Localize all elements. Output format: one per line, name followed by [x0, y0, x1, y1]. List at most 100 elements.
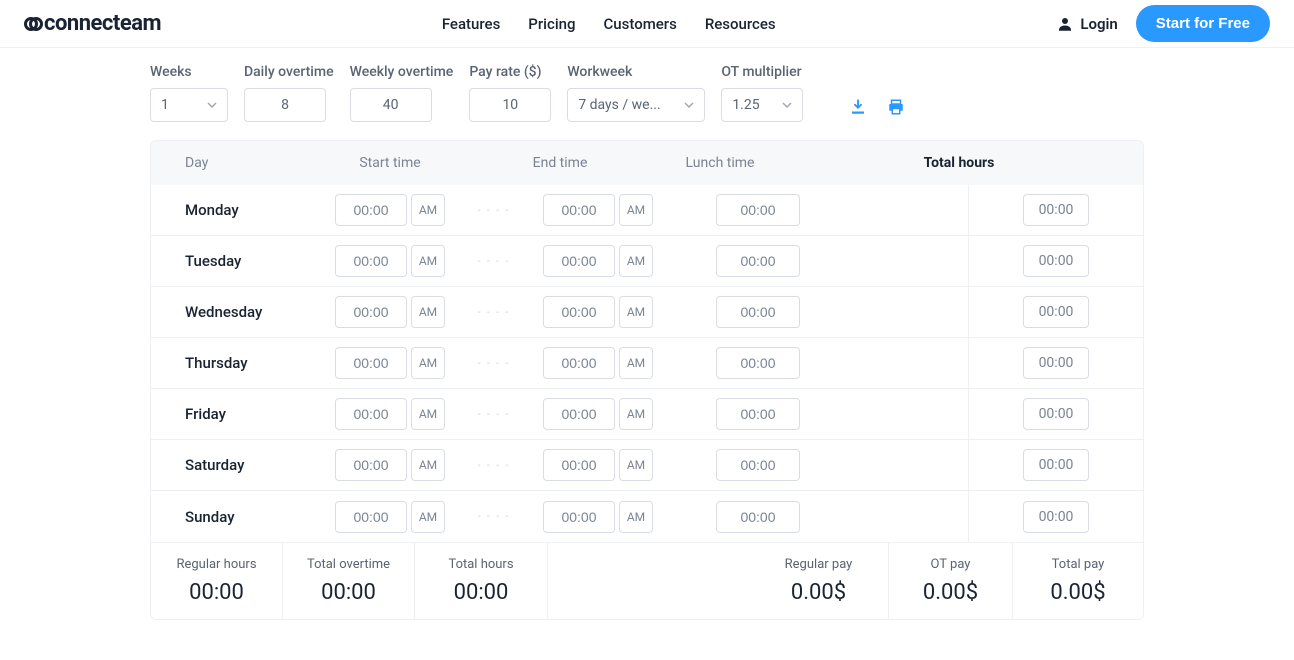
- end-time-input[interactable]: [543, 296, 615, 328]
- nav-customers[interactable]: Customers: [604, 15, 677, 33]
- start-ampm-select[interactable]: AM: [411, 501, 445, 533]
- start-time-input[interactable]: [335, 398, 407, 430]
- total-hours-display: 00:00: [1023, 398, 1089, 430]
- table-row: TuesdayAM- - - -AM: [151, 236, 968, 287]
- end-time-input[interactable]: [543, 501, 615, 533]
- total-row: 00:00: [969, 338, 1143, 389]
- start-ampm-select[interactable]: AM: [411, 347, 445, 379]
- lunch-time-input[interactable]: [716, 501, 800, 533]
- total-hours-display: 00:00: [1023, 501, 1089, 533]
- weekly-ot-input[interactable]: 40: [350, 88, 432, 122]
- start-time-group: AM: [305, 398, 475, 430]
- lunch-time-input[interactable]: [716, 449, 800, 481]
- start-time-group: AM: [305, 449, 475, 481]
- end-ampm-select[interactable]: AM: [619, 347, 653, 379]
- total-hours-label: Total hours: [448, 557, 513, 572]
- lunch-time-input[interactable]: [716, 398, 800, 430]
- start-ampm-select[interactable]: AM: [411, 194, 445, 226]
- regular-pay-label: Regular pay: [785, 557, 853, 572]
- daily-ot-input[interactable]: 8: [244, 88, 326, 122]
- pay-rate-input[interactable]: 10: [469, 88, 551, 122]
- workweek-value: 7 days / we...: [578, 97, 660, 113]
- weekly-ot-control: Weekly overtime 40: [350, 64, 454, 122]
- start-ampm-select[interactable]: AM: [411, 398, 445, 430]
- header-right: Login Start for Free: [1056, 5, 1270, 42]
- time-dashes: - - - -: [475, 358, 513, 369]
- pay-rate-label: Pay rate ($): [469, 64, 551, 80]
- summary-pay-group: Regular pay 0.00$ OT pay 0.00$ Total pay…: [749, 543, 1143, 619]
- day-cell: Wednesday: [185, 303, 305, 321]
- end-ampm-select[interactable]: AM: [619, 449, 653, 481]
- lunch-time-input[interactable]: [716, 194, 800, 226]
- end-time-group: AM: [513, 296, 683, 328]
- start-time-group: AM: [305, 194, 475, 226]
- daily-ot-label: Daily overtime: [244, 64, 334, 80]
- end-ampm-select[interactable]: AM: [619, 501, 653, 533]
- lunch-time-input[interactable]: [716, 245, 800, 277]
- end-time-group: AM: [513, 398, 683, 430]
- start-time-input[interactable]: [335, 347, 407, 379]
- day-cell: Tuesday: [185, 252, 305, 270]
- weeks-select[interactable]: 1: [150, 88, 228, 122]
- end-time-input[interactable]: [543, 245, 615, 277]
- header-day: Day: [185, 155, 305, 171]
- time-dashes: - - - -: [475, 460, 513, 471]
- start-ampm-select[interactable]: AM: [411, 296, 445, 328]
- start-free-button[interactable]: Start for Free: [1136, 5, 1270, 42]
- end-ampm-select[interactable]: AM: [619, 296, 653, 328]
- end-time-input[interactable]: [543, 398, 615, 430]
- table-header: Day Start time End time Lunch time Total…: [151, 141, 1143, 185]
- time-dashes: - - - -: [475, 409, 513, 420]
- lunch-group: [683, 245, 833, 277]
- nav-pricing[interactable]: Pricing: [528, 15, 575, 33]
- regular-hours-value: 00:00: [189, 580, 244, 605]
- start-time-input[interactable]: [335, 501, 407, 533]
- start-ampm-select[interactable]: AM: [411, 245, 445, 277]
- chevron-down-icon: [207, 100, 217, 110]
- start-time-input[interactable]: [335, 296, 407, 328]
- summary-hours-group: Regular hours 00:00 Total overtime 00:00…: [151, 543, 548, 619]
- end-ampm-select[interactable]: AM: [619, 245, 653, 277]
- login-label: Login: [1080, 15, 1117, 33]
- lunch-time-input[interactable]: [716, 347, 800, 379]
- end-time-input[interactable]: [543, 449, 615, 481]
- person-icon: [1056, 15, 1074, 33]
- end-time-group: AM: [513, 449, 683, 481]
- site-header: connecteam Features Pricing Customers Re…: [0, 0, 1294, 48]
- start-time-input[interactable]: [335, 449, 407, 481]
- total-ot-box: Total overtime 00:00: [283, 543, 415, 619]
- total-row: 00:00: [969, 185, 1143, 236]
- ot-mult-label: OT multiplier: [721, 64, 803, 80]
- summary-bar: Regular hours 00:00 Total overtime 00:00…: [151, 542, 1143, 619]
- total-row: 00:00: [969, 440, 1143, 491]
- start-ampm-select[interactable]: AM: [411, 449, 445, 481]
- lunch-time-input[interactable]: [716, 296, 800, 328]
- download-icon[interactable]: [849, 98, 867, 116]
- brand-logo[interactable]: connecteam: [24, 11, 161, 36]
- timecard-table: Day Start time End time Lunch time Total…: [150, 140, 1144, 620]
- end-time-input[interactable]: [543, 347, 615, 379]
- start-time-input[interactable]: [335, 194, 407, 226]
- nav-resources[interactable]: Resources: [705, 15, 776, 33]
- table-row: SaturdayAM- - - -AM: [151, 440, 968, 491]
- time-dashes: - - - -: [475, 511, 513, 522]
- time-dashes: - - - -: [475, 307, 513, 318]
- workweek-select[interactable]: 7 days / we...: [567, 88, 705, 122]
- workweek-label: Workweek: [567, 64, 705, 80]
- header-total: Total hours: [795, 155, 1123, 171]
- ot-mult-control: OT multiplier 1.25: [721, 64, 803, 122]
- print-icon[interactable]: [887, 98, 905, 116]
- end-ampm-select[interactable]: AM: [619, 398, 653, 430]
- nav-features[interactable]: Features: [442, 15, 500, 33]
- end-time-input[interactable]: [543, 194, 615, 226]
- start-time-input[interactable]: [335, 245, 407, 277]
- day-cell: Monday: [185, 201, 305, 219]
- summary-spacer: [548, 543, 749, 619]
- login-link[interactable]: Login: [1056, 15, 1117, 33]
- regular-hours-box: Regular hours 00:00: [151, 543, 283, 619]
- total-row: 00:00: [969, 287, 1143, 338]
- total-ot-value: 00:00: [321, 580, 376, 605]
- ot-mult-select[interactable]: 1.25: [721, 88, 803, 122]
- end-ampm-select[interactable]: AM: [619, 194, 653, 226]
- lunch-group: [683, 449, 833, 481]
